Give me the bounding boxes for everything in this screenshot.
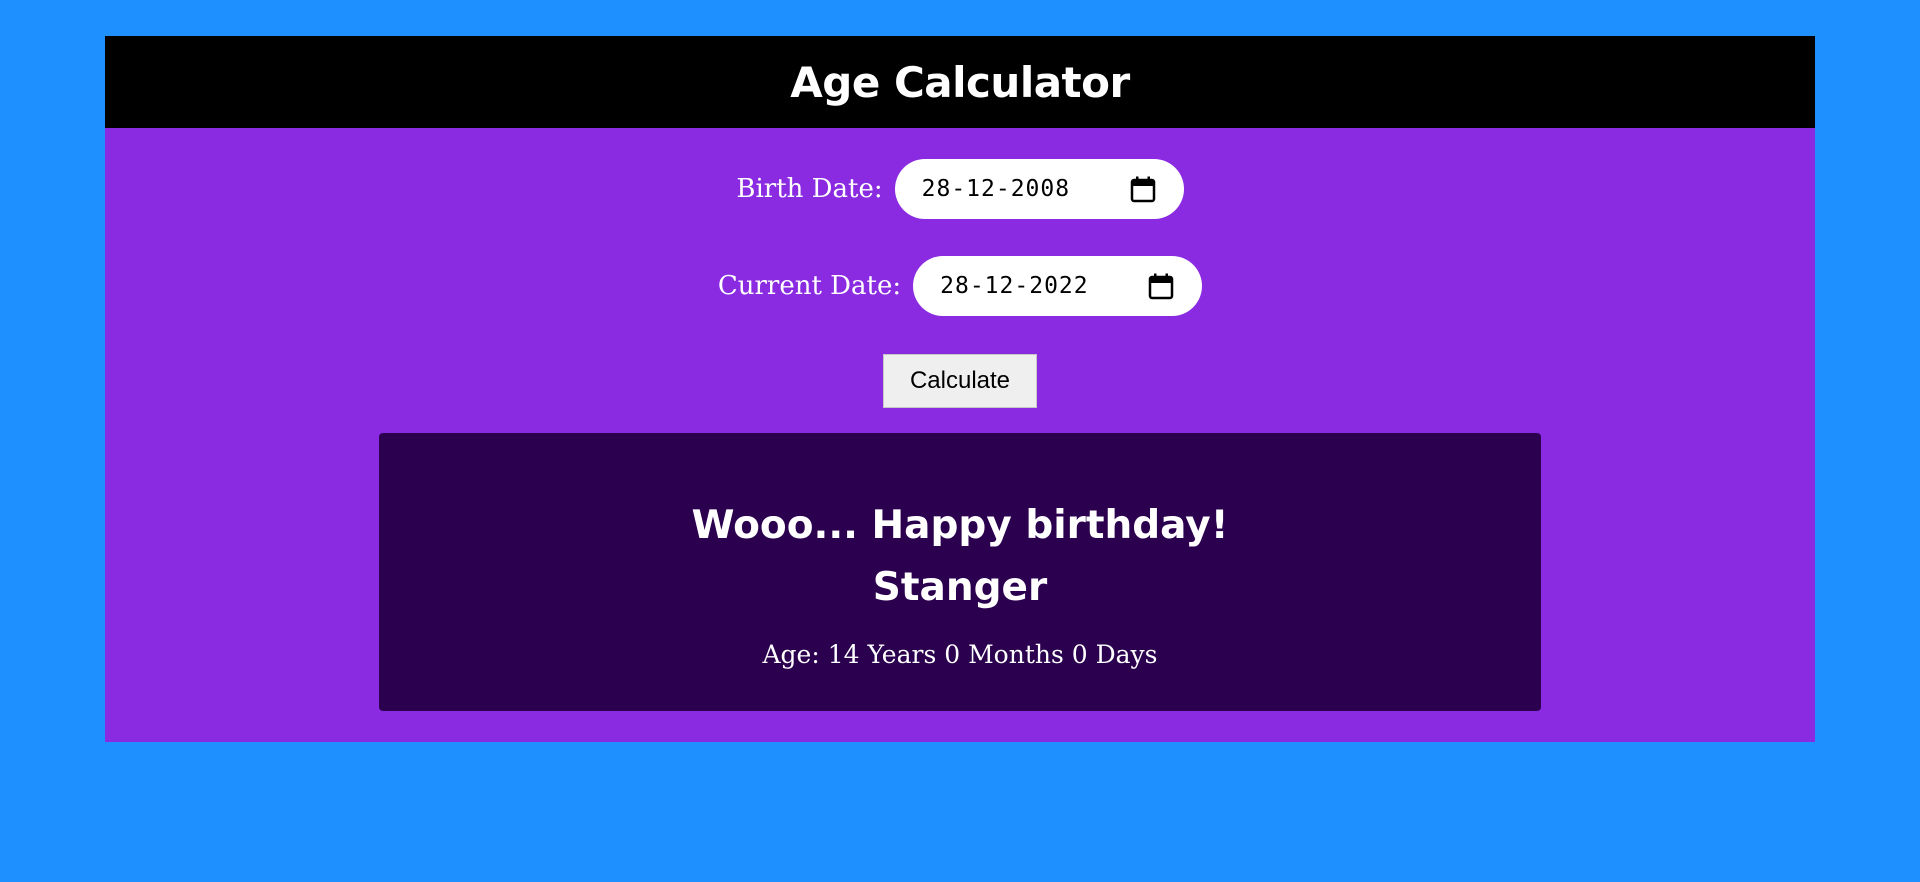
birth-date-row: Birth Date: 28-12-2008: [105, 159, 1815, 219]
birth-date-value[interactable]: 28-12-2008: [922, 176, 1070, 202]
calendar-icon[interactable]: [1130, 176, 1156, 203]
birth-date-label: Birth Date:: [736, 174, 883, 204]
current-date-value[interactable]: 28-12-2022: [940, 273, 1088, 299]
birthday-greeting: Wooo... Happy birthday!: [691, 503, 1229, 548]
button-row: Calculate: [105, 354, 1815, 408]
birth-date-input[interactable]: 28-12-2008: [894, 159, 1184, 219]
age-result: Age: 14 Years 0 Months 0 Days: [762, 640, 1158, 669]
current-date-input[interactable]: 28-12-2022: [913, 256, 1203, 316]
age-calculator-app: Age Calculator Birth Date: 28-12-2008 Cu…: [105, 36, 1815, 742]
calculate-button[interactable]: Calculate: [883, 354, 1037, 408]
current-date-row: Current Date: 28-12-2022: [105, 256, 1815, 316]
result-card: Wooo... Happy birthday! Stanger Age: 14 …: [379, 433, 1541, 711]
app-header: Age Calculator: [105, 36, 1815, 128]
current-date-label: Current Date:: [717, 271, 902, 301]
calendar-icon[interactable]: [1148, 273, 1174, 300]
app-title: Age Calculator: [790, 57, 1130, 107]
user-name: Stanger: [872, 565, 1048, 610]
